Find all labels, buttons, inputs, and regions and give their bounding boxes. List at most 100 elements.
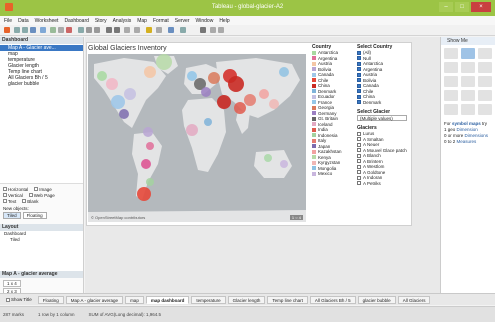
sheet-tab[interactable]: All Glaciers Bh / 5	[309, 295, 356, 304]
close-button[interactable]: ×	[471, 2, 491, 12]
africa-shape	[182, 98, 226, 172]
filled-map-chart-icon[interactable]	[478, 48, 492, 59]
menu-server[interactable]: Server	[175, 18, 190, 24]
box-plot-chart-icon[interactable]	[478, 104, 492, 115]
vertical-object[interactable]: Vertical	[3, 193, 23, 198]
menu-map[interactable]: Map	[137, 18, 147, 24]
line-chart-icon[interactable]	[444, 90, 458, 101]
glacier-bubble	[106, 78, 118, 90]
treemap-chart-icon[interactable]	[478, 62, 492, 73]
sheet-tab[interactable]: All Glaciers	[397, 295, 431, 304]
sheet-tab[interactable]: Glacier length	[227, 295, 266, 304]
clear-icon[interactable]	[66, 27, 72, 33]
glacier-bubble	[186, 124, 198, 136]
status-sum: SUM of AVG(Long decimal): 1,964.5	[88, 312, 161, 317]
floating-button[interactable]: Floating	[22, 212, 47, 219]
show-me-hint: For symbol maps try 1 geo Dimension 0 or…	[444, 121, 489, 144]
scatter-chart-icon[interactable]	[444, 104, 458, 115]
symbol-map-chart-icon[interactable]	[461, 48, 475, 59]
objects-panel: Horizontal Image Vertical Web Page Text …	[0, 184, 83, 221]
fit-icon[interactable]	[134, 27, 140, 33]
share-icon[interactable]	[180, 27, 186, 33]
floating-toggle[interactable]: Floating	[37, 295, 64, 304]
glacier-bubble	[137, 187, 151, 201]
glacier-bubble	[279, 67, 289, 77]
present-icon[interactable]	[168, 27, 174, 33]
show-title-checkbox[interactable]: Show Title	[2, 296, 36, 304]
world-map-svg	[88, 54, 306, 222]
menu-file[interactable]: File	[4, 18, 12, 24]
size-width-field[interactable]: 1 x 4	[3, 280, 21, 287]
layout-section-header: Layout	[0, 224, 83, 231]
web-page-object[interactable]: Web Page	[28, 193, 55, 198]
labels-icon[interactable]	[114, 27, 120, 33]
tiled-button[interactable]: Tiled	[3, 212, 21, 219]
tooltip-icon[interactable]	[156, 27, 162, 33]
show-me-panel: Show Me For symbol maps try 1 geo Dimens…	[440, 37, 495, 293]
group-icon[interactable]	[106, 27, 112, 33]
pie-chart-icon[interactable]	[478, 90, 492, 101]
glacier-bubble	[269, 99, 279, 109]
swap-icon[interactable]	[78, 27, 84, 33]
map-zoom-badge[interactable]: 1 ○ 4	[289, 215, 303, 220]
glacier-bubble	[111, 95, 125, 109]
text-object[interactable]: Text	[3, 199, 16, 204]
sheet-tab[interactable]: map	[125, 295, 144, 304]
sheet-tab-active[interactable]: map dashboard	[145, 295, 190, 304]
fix-axes-icon[interactable]	[124, 27, 130, 33]
duplicate-icon[interactable]	[58, 27, 64, 33]
blank-object[interactable]: Blank	[22, 199, 39, 204]
menu-data[interactable]: Data	[18, 18, 29, 24]
new-datasource-icon[interactable]	[40, 27, 46, 33]
tableau-logo-icon[interactable]	[4, 27, 10, 33]
save-icon[interactable]	[30, 27, 36, 33]
sort-asc-icon[interactable]	[86, 27, 92, 33]
glacier-bubble	[119, 109, 129, 119]
heat-map-chart-icon[interactable]	[444, 62, 458, 73]
glacier-option[interactable]: A Petriks	[357, 181, 407, 187]
undo-icon[interactable]	[14, 27, 20, 33]
marks-card-icon[interactable]	[210, 27, 216, 33]
filter-option[interactable]: Denmark	[357, 100, 407, 106]
bar-chart-icon[interactable]	[444, 76, 458, 87]
menu-analysis[interactable]: Analysis	[113, 18, 132, 24]
side-by-side-bar-chart-icon[interactable]	[478, 76, 492, 87]
size-section-header: Map A - glacier average	[0, 271, 83, 278]
maximize-button[interactable]: □	[455, 2, 469, 12]
glacier-bubble	[201, 87, 211, 97]
menu-bar: File Data Worksheet Dashboard Story Anal…	[0, 16, 495, 25]
show-me-header[interactable]: Show Me	[441, 37, 495, 45]
highlight-icon[interactable]	[146, 27, 152, 33]
layout-item[interactable]: Tiled	[0, 237, 83, 243]
dashboard-title: Global Glaciers Inventory	[88, 45, 167, 52]
sheet-tab[interactable]: glacier bubble	[357, 295, 396, 304]
image-object[interactable]: Image	[34, 187, 52, 192]
horizontal-object[interactable]: Horizontal	[3, 187, 28, 192]
sheet-tab[interactable]: Map A - glacier average	[65, 295, 124, 304]
dropdown-icon[interactable]	[218, 27, 224, 33]
glacier-map[interactable]: © OpenStreetMap contributors 1 ○ 4	[88, 54, 306, 222]
stacked-bar-chart-icon[interactable]	[461, 76, 475, 87]
menu-help[interactable]: Help	[219, 18, 229, 24]
menu-worksheet[interactable]: Worksheet	[35, 18, 59, 24]
sheet-tabs-bar: Show Title Floating Map A - glacier aver…	[0, 293, 495, 305]
new-sheet-icon[interactable]	[50, 27, 56, 33]
menu-story[interactable]: Story	[95, 18, 107, 24]
sheet-tab[interactable]: temperature	[191, 295, 226, 304]
select-glacier-dropdown[interactable]: (Multiple values)	[357, 115, 407, 121]
sheet-tab[interactable]: Temp line chart	[267, 295, 308, 304]
redo-icon[interactable]	[22, 27, 28, 33]
pin-icon[interactable]	[200, 27, 206, 33]
menu-dashboard[interactable]: Dashboard	[64, 18, 88, 24]
menu-window[interactable]: Window	[196, 18, 214, 24]
text-table-chart-icon[interactable]	[444, 48, 458, 59]
area-chart-icon[interactable]	[461, 90, 475, 101]
sheet-item[interactable]: glacier bubble	[0, 81, 83, 87]
menu-format[interactable]: Format	[153, 18, 169, 24]
dashboard-section-header: Dashboard	[0, 37, 83, 44]
minimize-button[interactable]: –	[439, 2, 453, 12]
highlight-table-chart-icon[interactable]	[461, 62, 475, 73]
sort-desc-icon[interactable]	[94, 27, 100, 33]
histogram-chart-icon[interactable]	[461, 104, 475, 115]
glacier-bubble	[259, 89, 269, 99]
